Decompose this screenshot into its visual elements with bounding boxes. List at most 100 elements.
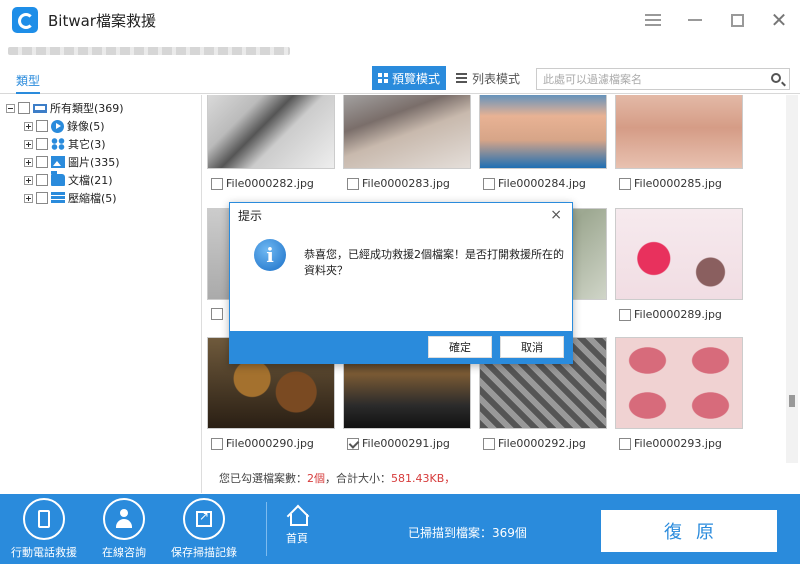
file-checkbox[interactable] (347, 437, 359, 450)
tree-item-checkbox[interactable] (36, 174, 48, 186)
tree-item-archive[interactable]: 壓縮檔(5) (0, 189, 201, 207)
app-title: Bitwar檔案救援 (48, 11, 156, 30)
other-icon (51, 138, 65, 150)
selected-count: 2個 (307, 472, 325, 485)
home-button[interactable]: 首頁 (280, 504, 314, 546)
file-checkbox[interactable] (347, 177, 359, 190)
dialog-title: 提示 (238, 208, 263, 223)
folder-icon (51, 171, 65, 186)
maximize-button[interactable] (716, 0, 758, 40)
online-consult-button[interactable]: 在線咨詢 (84, 498, 164, 560)
collapse-icon[interactable] (6, 103, 15, 113)
selection-status: 您已勾選檔案數：2個，合計大小：581.43KB， (203, 470, 798, 490)
file-checkbox[interactable] (483, 177, 495, 190)
file-card[interactable]: File0000283.jpg (343, 95, 473, 190)
tree-root-checkbox[interactable] (18, 102, 30, 114)
tree-item-image[interactable]: 圖片(335) (0, 153, 201, 171)
blurred-path (8, 47, 290, 55)
file-thumbnail[interactable] (479, 95, 607, 169)
tree-item-checkbox[interactable] (36, 138, 48, 150)
file-checkbox[interactable] (619, 177, 631, 190)
mobile-recovery-button[interactable]: 行動電話救援 (4, 498, 84, 560)
tree-item-checkbox[interactable] (36, 120, 48, 132)
file-checkbox[interactable] (483, 437, 495, 450)
image-icon (51, 156, 65, 168)
home-icon (286, 504, 308, 526)
tree-item-label: 文檔(21) (68, 174, 113, 187)
info-icon: i (254, 239, 286, 271)
ok-button[interactable]: 確定 (428, 336, 492, 358)
user-icon (103, 498, 145, 540)
file-thumbnail[interactable] (615, 208, 743, 300)
file-name: File0000283.jpg (362, 177, 450, 190)
preview-mode-button[interactable]: 預覽模式 (372, 66, 446, 90)
file-card[interactable]: File0000293.jpg (615, 337, 745, 450)
expand-icon[interactable] (24, 139, 33, 149)
tree-item-checkbox[interactable] (36, 156, 48, 168)
file-card[interactable]: File0000289.jpg (615, 208, 745, 321)
file-thumbnail[interactable] (615, 95, 743, 169)
scroll-thumb[interactable] (789, 395, 795, 407)
file-card[interactable]: File0000284.jpg (479, 95, 609, 190)
status-suffix: ， (444, 472, 456, 485)
minimize-button[interactable] (674, 0, 716, 40)
window-controls: ✕ (632, 0, 800, 40)
file-thumbnail[interactable] (615, 337, 743, 429)
search-icon[interactable] (771, 73, 781, 83)
file-name: File0000284.jpg (498, 177, 586, 190)
recover-button[interactable]: 復原 (601, 510, 777, 552)
tab-type[interactable]: 類型 (16, 72, 41, 94)
status-mid: ，合計大小： (325, 472, 391, 485)
file-checkbox[interactable] (211, 308, 223, 320)
file-thumbnail[interactable] (207, 95, 335, 169)
close-button[interactable]: ✕ (758, 0, 800, 40)
file-card[interactable]: File0000282.jpg (207, 95, 337, 190)
expand-icon[interactable] (24, 157, 33, 167)
expand-icon[interactable] (24, 121, 33, 131)
tree-root[interactable]: 所有類型(369) (0, 99, 201, 117)
tree-item-other[interactable]: 其它(3) (0, 135, 201, 153)
tree-root-label: 所有類型(369) (50, 102, 124, 115)
grid-scrollbar[interactable] (786, 95, 798, 463)
video-icon (51, 119, 64, 133)
computer-icon (33, 103, 47, 113)
file-checkbox[interactable] (619, 308, 631, 321)
tree-item-document[interactable]: 文檔(21) (0, 171, 201, 189)
dialog-footer: 確定 取消 (230, 331, 572, 363)
file-name: File0000285.jpg (634, 177, 722, 190)
bottom-bar: 行動電話救援 在線咨詢 保存掃描記錄 首頁 已掃描到檔案：369個 復原 (0, 494, 800, 564)
file-card[interactable]: File0000285.jpg (615, 95, 745, 190)
file-checkbox[interactable] (619, 437, 631, 450)
menu-button[interactable] (632, 0, 674, 40)
expand-icon[interactable] (24, 193, 33, 203)
file-checkbox[interactable] (211, 437, 223, 450)
bottom-separator (266, 502, 267, 556)
file-name: File0000292.jpg (498, 437, 586, 450)
mobile-recovery-label: 行動電話救援 (11, 546, 77, 559)
tree-item-video[interactable]: 錄像(5) (0, 117, 201, 135)
selected-size: 581.43KB (391, 472, 445, 485)
scanned-count: 已掃描到檔案：369個 (408, 526, 527, 540)
cancel-button[interactable]: 取消 (500, 336, 564, 358)
list-mode-button[interactable]: 列表模式 (456, 66, 520, 90)
app-logo-icon (12, 7, 38, 33)
file-name: File0000293.jpg (634, 437, 722, 450)
close-icon: ✕ (770, 8, 788, 32)
grid-view-icon (377, 73, 388, 83)
tree-item-label: 錄像(5) (67, 120, 105, 133)
save-scan-button[interactable]: 保存掃描記錄 (164, 498, 244, 560)
tree-item-label: 壓縮檔(5) (68, 192, 117, 205)
file-checkbox[interactable] (211, 177, 223, 190)
maximize-icon (730, 13, 744, 27)
toolbar: 類型 預覽模式 列表模式 (0, 64, 800, 94)
path-bar (0, 40, 800, 62)
list-view-icon (456, 73, 467, 83)
file-thumbnail[interactable] (343, 95, 471, 169)
dialog-close-icon[interactable]: × (550, 207, 562, 223)
search-box (536, 68, 790, 90)
expand-icon[interactable] (24, 175, 33, 185)
search-input[interactable] (537, 69, 757, 89)
title-bar: Bitwar檔案救援 ✕ (0, 0, 800, 40)
tree-item-checkbox[interactable] (36, 192, 48, 204)
home-label: 首頁 (286, 532, 308, 545)
